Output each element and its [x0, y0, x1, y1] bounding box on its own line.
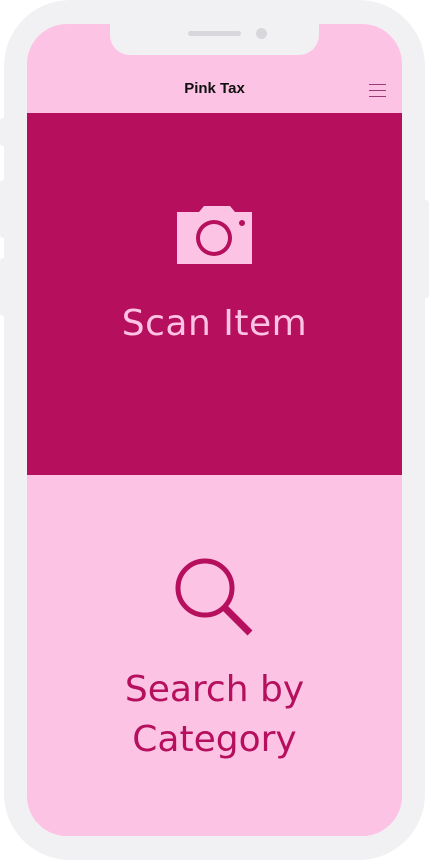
app-title: Pink Tax	[184, 80, 245, 97]
side-button-left-middle	[0, 180, 6, 238]
hamburger-menu-icon[interactable]	[369, 84, 386, 97]
camera-icon	[177, 206, 252, 264]
side-button-right	[423, 200, 429, 298]
scan-item-label: Scan Item	[121, 303, 308, 344]
front-camera-dot	[256, 28, 267, 39]
search-by-category-label: Search by Category	[27, 665, 402, 765]
magnifier-icon	[175, 558, 253, 636]
phone-notch	[110, 24, 319, 55]
side-button-left-bottom	[0, 258, 6, 316]
app-screen: Pink Tax Scan Item Search by Category	[27, 24, 402, 836]
search-label-line2: Category	[132, 719, 297, 760]
speaker-grill	[188, 31, 241, 36]
search-label-line1: Search by	[124, 669, 305, 710]
scan-item-button[interactable]: Scan Item	[27, 113, 402, 475]
side-button-left-top	[0, 118, 6, 146]
phone-frame: Pink Tax Scan Item Search by Category	[4, 0, 425, 860]
app-header: Pink Tax	[27, 55, 402, 113]
search-by-category-button[interactable]: Search by Category	[27, 475, 402, 836]
